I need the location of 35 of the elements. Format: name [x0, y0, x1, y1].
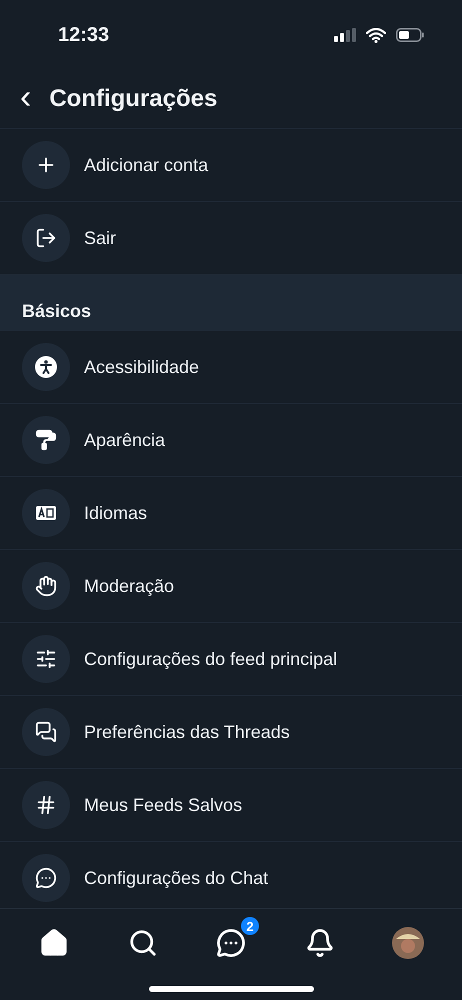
language-icon	[36, 506, 56, 520]
settings-item[interactable]: Configurações do feed principal	[0, 623, 462, 696]
hand-icon	[35, 575, 57, 597]
page-title: Configurações	[49, 85, 218, 113]
chat-bubbles-icon	[35, 721, 57, 743]
logout-icon	[35, 227, 57, 249]
item-label: Sair	[84, 228, 116, 248]
section-title: Básicos	[22, 301, 92, 322]
item-label: Adicionar conta	[84, 154, 208, 176]
settings-item[interactable]: Adicionar conta	[0, 129, 462, 202]
battery-icon	[396, 28, 424, 42]
item-label: Idiomas	[84, 502, 148, 524]
hash-icon	[35, 794, 57, 816]
settings-item[interactable]: Meus Feeds Salvos	[0, 769, 462, 842]
paint-roller-icon	[35, 429, 57, 451]
settings-item[interactable]: Aparência	[0, 404, 462, 477]
wifi-icon	[366, 28, 386, 42]
item-label: Configurações do feed principal	[84, 648, 338, 670]
item-label: Meus Feeds Salvos	[84, 794, 242, 816]
item-label: Configurações do Chat	[84, 868, 268, 888]
item-label: Aparência	[84, 430, 166, 450]
item-label: Acessibilidade	[84, 356, 200, 378]
chat-icon	[35, 867, 57, 889]
status-time: 12:33	[58, 24, 110, 46]
accessibility-icon	[35, 356, 57, 378]
back-button[interactable]: ‹	[16, 80, 36, 118]
sliders-icon	[35, 648, 57, 670]
settings-item[interactable]: Preferências das Threads	[0, 696, 462, 769]
settings-item[interactable]: Idiomas	[0, 477, 462, 550]
item-label: Preferências das Threads	[84, 722, 290, 742]
settings-item[interactable]: Acessibilidade	[0, 331, 462, 404]
unread-badge: 2	[241, 917, 259, 935]
settings-item[interactable]: Moderação	[0, 550, 462, 623]
item-label: Moderação	[84, 576, 174, 596]
signal-icon	[334, 28, 356, 42]
